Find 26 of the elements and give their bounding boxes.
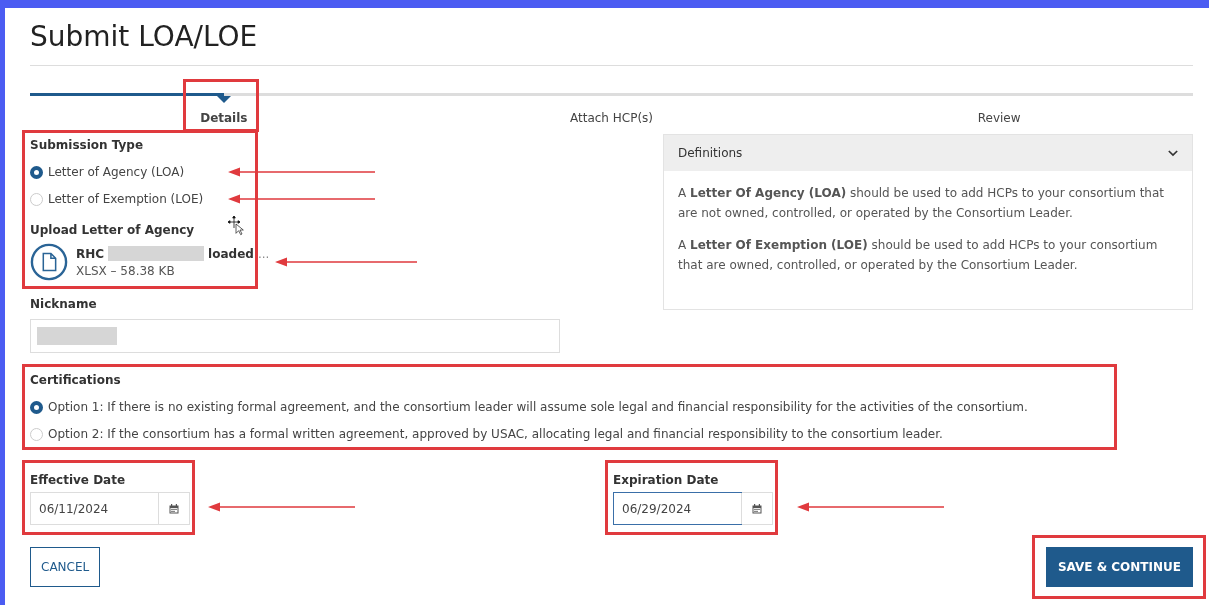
field-label: Certifications: [30, 373, 121, 387]
step-tab[interactable]: Details: [200, 111, 248, 125]
file-status: loaded: [208, 246, 254, 261]
radio-label[interactable]: Option 2: If the consortium has a formal written agreement, approved by USAC, allocating legal and financial responsibility to the consortium leader.: [48, 427, 943, 441]
date-field[interactable]: 06/29/2024: [613, 492, 773, 525]
accordion-header[interactable]: Definitions: [664, 135, 1192, 171]
definition-text: A Letter Of Exemption (LOE) should be used to add HCPs to your consortium that are owned, controlled, or operated by the Consortium Leader.: [678, 237, 1159, 274]
step-tab[interactable]: Attach HCP(s): [569, 111, 653, 125]
radio-label[interactable]: Option 1: If there is no existing formal agreement, and the consortium leader will assume sole legal and financial responsibility for the activities of the consortium.: [48, 400, 1028, 414]
field-label: Submission Type: [30, 138, 144, 152]
step-tab[interactable]: Review: [977, 111, 1021, 125]
accordion-title: Definitions: [678, 146, 743, 160]
field-label: Nickname: [30, 297, 97, 311]
file-details: XLSX – 58.38 KB: [76, 264, 176, 278]
page-title: Submit LOA/LOE: [30, 8, 1193, 66]
field-label: Upload Letter of Agency: [30, 223, 195, 237]
radio-label[interactable]: Letter of Agency (LOA): [48, 165, 185, 179]
field-label: Expiration Date: [613, 473, 719, 487]
cancel-button[interactable]: CANCEL: [30, 547, 101, 587]
file-name: RHC: [76, 246, 105, 261]
radio-label[interactable]: Letter of Exemption (LOE): [48, 192, 204, 206]
definition-text: A Letter Of Agency (LOA) should be used to add HCPs to your consortium that are not owned, controlled, or operated by the Consortium Leader.: [678, 185, 1166, 222]
save-continue-button[interactable]: SAVE & CONTINUE: [1045, 547, 1193, 587]
field-label: Effective Date: [30, 473, 126, 487]
date-field[interactable]: 06/11/2024: [30, 492, 190, 525]
more-ellipsis[interactable]: ...: [257, 246, 270, 261]
